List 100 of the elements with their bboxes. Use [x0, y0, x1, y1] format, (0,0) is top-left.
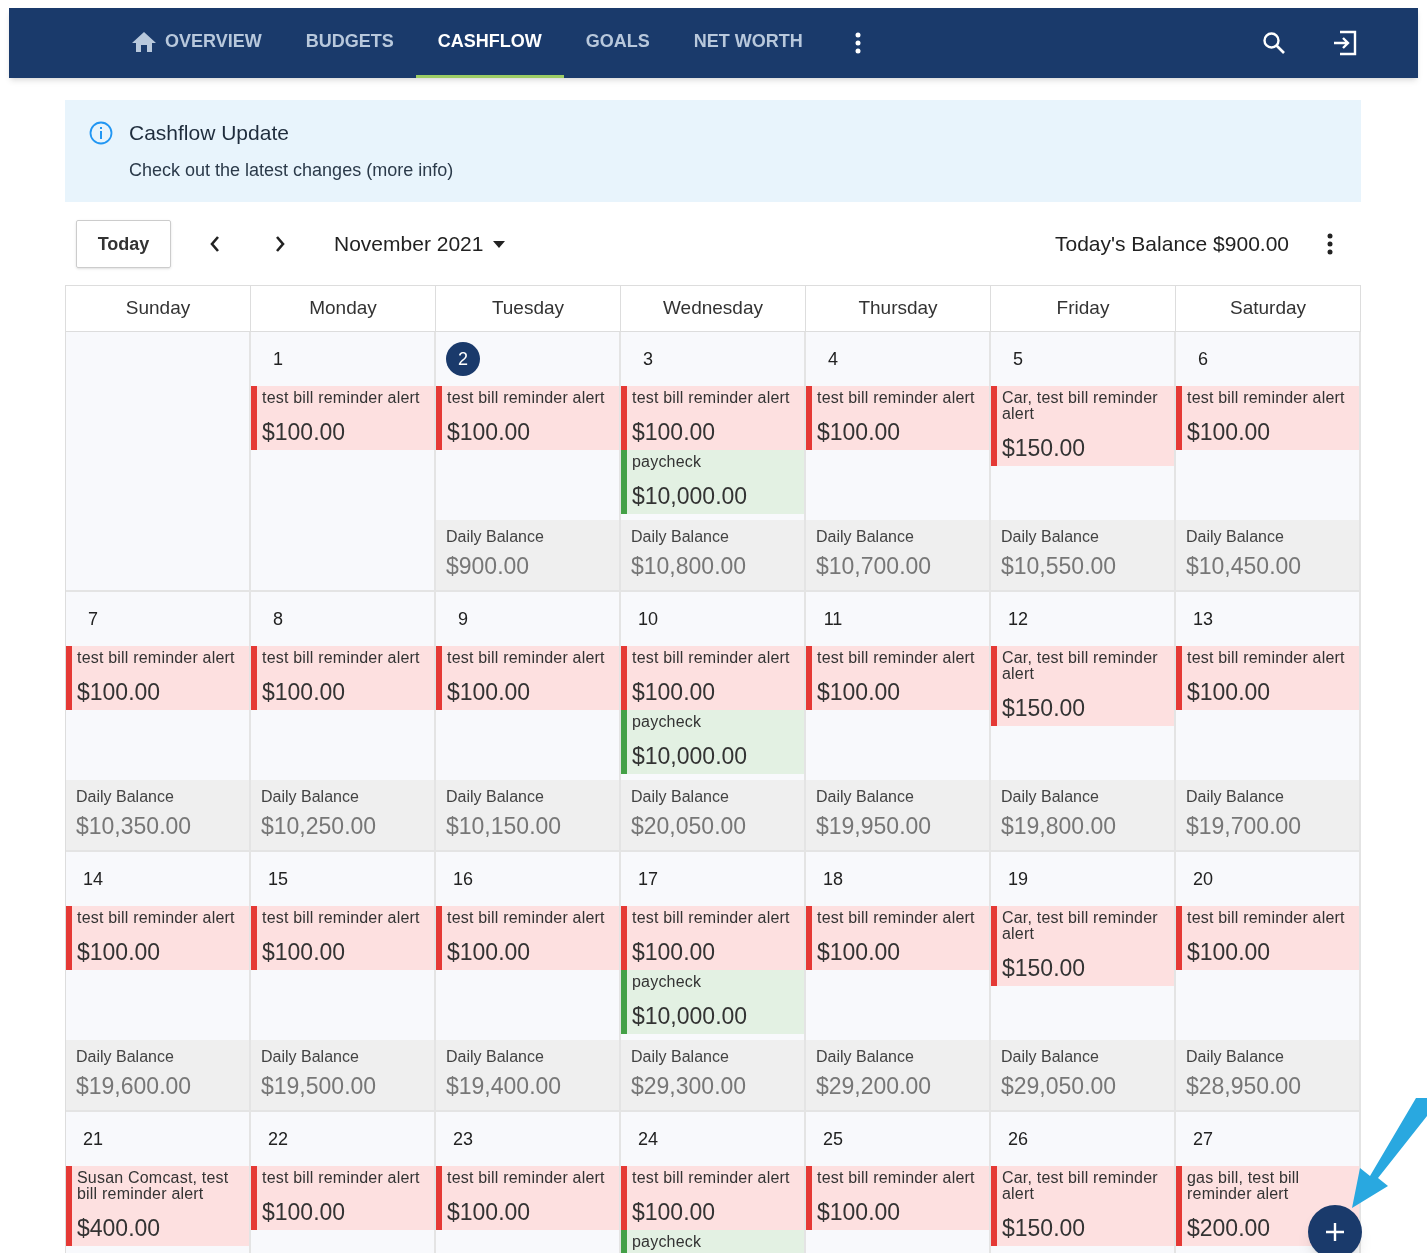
balance-label: Daily Balance — [446, 527, 545, 547]
balance-label: Daily Balance — [631, 527, 730, 547]
date-number: 26 — [1007, 1127, 1029, 1151]
balance-amount: $10,800.00 — [631, 552, 748, 581]
bill-event: Susan Comcast, test bill reminder alert $400.00 — [66, 1166, 249, 1246]
next-month-icon[interactable] — [274, 235, 286, 253]
previous-month-icon[interactable] — [209, 235, 221, 253]
date-number: 12 — [1007, 607, 1029, 631]
balance-label: Daily Balance — [76, 1047, 175, 1067]
bill-event: test bill reminder alert $100.00 — [1176, 386, 1359, 450]
date-number: 5 — [1012, 347, 1024, 371]
bill-event: test bill reminder alert $100.00 — [621, 646, 804, 710]
balance-amount: $10,350.00 — [76, 812, 193, 841]
date-number: 25 — [822, 1127, 844, 1151]
balance-label: Daily Balance — [1186, 527, 1285, 547]
bill-event: test bill reminder alert $100.00 — [621, 906, 804, 970]
balance-label: Daily Balance — [261, 1047, 360, 1067]
balance-amount: $10,550.00 — [1001, 552, 1118, 581]
date-number: 9 — [457, 607, 469, 631]
balance-label: Daily Balance — [631, 1047, 730, 1067]
nav-tab[interactable]: BUDGETS — [283, 8, 416, 78]
bill-event: test bill reminder alert $100.00 — [806, 646, 989, 710]
nav-tab[interactable]: CASHFLOW — [415, 8, 564, 78]
bill-event: test bill reminder alert $100.00 — [66, 646, 249, 710]
today-button[interactable]: Today — [76, 220, 171, 268]
balance-label: Daily Balance — [446, 787, 545, 807]
bill-event: test bill reminder alert $100.00 — [1176, 646, 1359, 710]
balance-amount: $20,050.00 — [631, 812, 748, 841]
income-event: paycheck $10,000.00 — [621, 710, 804, 774]
balance-amount: $19,400.00 — [446, 1072, 563, 1101]
todays-balance: Today's Balance $900.00 — [1055, 231, 1289, 258]
bill-event: test bill reminder alert $100.00 — [251, 906, 434, 970]
balance-label: Daily Balance — [1001, 787, 1100, 807]
home-icon — [131, 30, 157, 53]
date-number: 16 — [452, 867, 474, 891]
balance-label: Daily Balance — [76, 787, 175, 807]
weekday-header: Sunday — [125, 296, 191, 321]
balance-amount: $10,700.00 — [816, 552, 933, 581]
bill-event: test bill reminder alert $100.00 — [806, 1166, 989, 1230]
bill-event: test bill reminder alert $100.00 — [251, 646, 434, 710]
date-number: 14 — [82, 867, 104, 891]
income-event: paycheck $10,000.00 — [621, 450, 804, 514]
balance-label: Daily Balance — [816, 787, 915, 807]
bill-event: Car, test bill reminder alert $150.00 — [991, 1166, 1174, 1246]
nav-tab[interactable]: GOALS — [563, 8, 672, 78]
date-number: 17 — [637, 867, 659, 891]
bill-event: Car, test bill reminder alert $150.00 — [991, 646, 1174, 726]
date-number: 15 — [267, 867, 289, 891]
balance-label: Daily Balance — [816, 527, 915, 547]
balance-amount: $29,050.00 — [1001, 1072, 1118, 1101]
bill-event: test bill reminder alert $100.00 — [806, 906, 989, 970]
date-number: 8 — [272, 607, 284, 631]
balance-label: Daily Balance — [816, 1047, 915, 1067]
balance-amount: $28,950.00 — [1186, 1072, 1303, 1101]
month-dropdown[interactable]: November 2021 — [334, 228, 506, 260]
bill-event: test bill reminder alert $100.00 — [436, 1166, 619, 1230]
balance-label: Daily Balance — [446, 1047, 545, 1067]
balance-label: Daily Balance — [1001, 1047, 1100, 1067]
date-number: 19 — [1007, 867, 1029, 891]
balance-amount: $10,150.00 — [446, 812, 563, 841]
banner-title: Cashflow Update — [129, 120, 290, 146]
date-number: 13 — [1192, 607, 1214, 631]
bill-event: test bill reminder alert $100.00 — [436, 906, 619, 970]
date-number: 6 — [1197, 347, 1209, 371]
weekday-header: Monday — [309, 296, 377, 321]
bill-event: test bill reminder alert $100.00 — [436, 646, 619, 710]
balance-amount: $10,250.00 — [261, 812, 378, 841]
date-number: 18 — [822, 867, 844, 891]
weekday-header: Wednesday — [663, 296, 763, 321]
balance-amount: $19,950.00 — [816, 812, 933, 841]
income-event: paycheck — [621, 1230, 804, 1253]
income-event: paycheck $10,000.00 — [621, 970, 804, 1034]
balance-amount: $19,500.00 — [261, 1072, 378, 1101]
bill-event: test bill reminder alert $100.00 — [251, 386, 434, 450]
plus-icon — [1325, 1222, 1345, 1242]
nav-tab[interactable]: OVERVIEW — [109, 8, 284, 78]
more-icon[interactable] — [1327, 233, 1333, 255]
date-number: 4 — [827, 347, 839, 371]
date-number: 24 — [637, 1127, 659, 1151]
more-icon[interactable] — [854, 32, 861, 54]
nav-tab[interactable]: NET WORTH — [671, 8, 825, 78]
banner-text: Check out the latest changes (more info) — [129, 159, 454, 182]
date-number: 2 — [446, 342, 480, 376]
date-number: 22 — [267, 1127, 289, 1151]
date-number: 11 — [822, 607, 844, 631]
date-number: 7 — [87, 607, 99, 631]
bill-event: test bill reminder alert $100.00 — [436, 386, 619, 450]
info-icon — [89, 121, 113, 145]
balance-amount: $19,600.00 — [76, 1072, 193, 1101]
weekday-header: Saturday — [1229, 296, 1306, 321]
date-number: 3 — [642, 347, 654, 371]
bill-event: test bill reminder alert $100.00 — [66, 906, 249, 970]
logout-icon[interactable] — [1332, 30, 1358, 56]
bill-event: test bill reminder alert $100.00 — [1176, 906, 1359, 970]
search-icon[interactable] — [1262, 31, 1286, 55]
date-number: 21 — [82, 1127, 104, 1151]
weekday-header: Thursday — [858, 296, 938, 321]
balance-label: Daily Balance — [1001, 527, 1100, 547]
date-number: 27 — [1192, 1127, 1214, 1151]
balance-amount: $10,450.00 — [1186, 552, 1303, 581]
